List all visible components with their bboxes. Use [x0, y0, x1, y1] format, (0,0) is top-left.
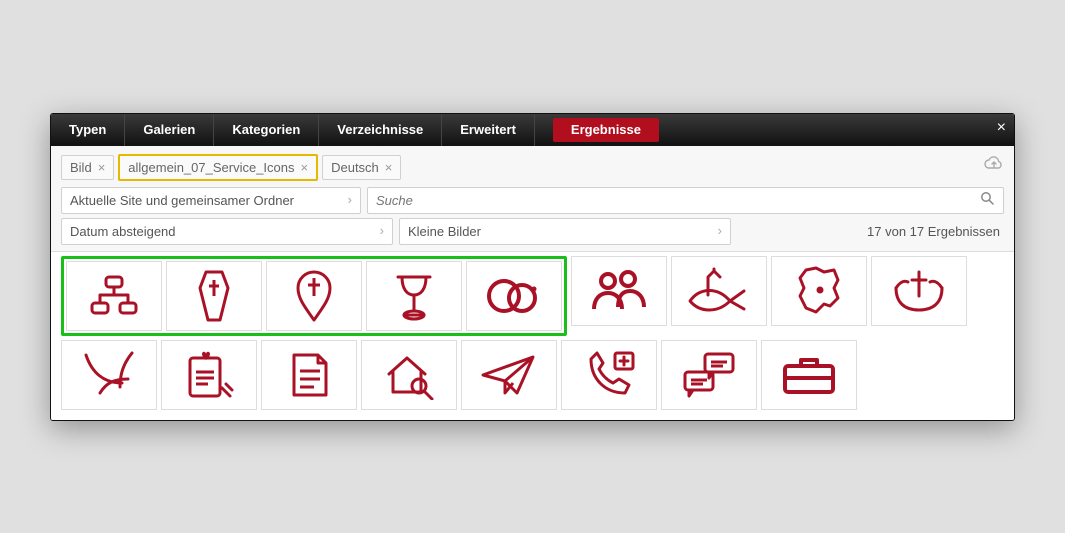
thumb-house-search-icon[interactable]	[361, 340, 457, 410]
grid-row	[61, 340, 1004, 410]
thumb-church-fish-icon[interactable]	[671, 256, 767, 326]
tab-verzeichnisse[interactable]: Verzeichnisse	[319, 114, 442, 146]
tab-typen[interactable]: Typen	[51, 114, 125, 146]
search-field-wrap	[367, 187, 1004, 214]
chip-type-bild[interactable]: Bild ×	[61, 155, 114, 180]
results-count: 17 von 17 Ergebnissen	[867, 224, 1004, 239]
upload-cloud-icon[interactable]	[984, 156, 1004, 175]
tab-kategorien[interactable]: Kategorien	[214, 114, 319, 146]
thumbnail-size-select[interactable]: Kleine Bilder	[399, 218, 731, 245]
thumb-note-icon[interactable]	[261, 340, 357, 410]
filter-chip-row: Bild × allgemein_07_Service_Icons × Deut…	[61, 154, 1004, 181]
thumb-people-icon[interactable]	[571, 256, 667, 326]
sort-order-select[interactable]: Datum absteigend	[61, 218, 393, 245]
thumb-rings-icon[interactable]	[466, 261, 562, 331]
dialog-window: Typen Galerien Kategorien Verzeichnisse …	[50, 113, 1015, 421]
chip-label: allgemein_07_Service_Icons	[128, 160, 294, 175]
tab-erweitert[interactable]: Erweitert	[442, 114, 535, 146]
thumb-contract-heart-icon[interactable]	[161, 340, 257, 410]
chip-gallery[interactable]: allgemein_07_Service_Icons ×	[118, 154, 318, 181]
search-icon[interactable]	[972, 191, 1003, 210]
thumb-org-chart-icon[interactable]	[66, 261, 162, 331]
chip-remove-icon[interactable]: ×	[301, 160, 309, 175]
thumb-coffin-icon[interactable]	[166, 261, 262, 331]
chip-remove-icon[interactable]: ×	[98, 160, 106, 175]
chip-language[interactable]: Deutsch ×	[322, 155, 401, 180]
thumb-chat-bubbles-icon[interactable]	[661, 340, 757, 410]
tab-ergebnisse[interactable]: Ergebnisse	[553, 118, 659, 142]
grid-row	[61, 256, 1004, 336]
thumb-briefcase-icon[interactable]	[761, 340, 857, 410]
thumb-region-map-icon[interactable]	[771, 256, 867, 326]
chip-label: Bild	[70, 160, 92, 175]
thumb-paper-plane-icon[interactable]	[461, 340, 557, 410]
search-input[interactable]	[368, 188, 972, 213]
selection-highlight	[61, 256, 567, 336]
sort-size-row: Datum absteigend Kleine Bilder 17 von 17…	[61, 218, 1004, 245]
tab-galerien[interactable]: Galerien	[125, 114, 214, 146]
thumb-chalice-icon[interactable]	[366, 261, 462, 331]
results-grid	[51, 256, 1014, 420]
site-scope-select[interactable]: Aktuelle Site und gemeinsamer Ordner	[61, 187, 361, 214]
toolbar: Bild × allgemein_07_Service_Icons × Deut…	[51, 146, 1014, 252]
chip-remove-icon[interactable]: ×	[385, 160, 393, 175]
thumb-branch-icon[interactable]	[61, 340, 157, 410]
close-icon[interactable]: ×	[997, 120, 1006, 136]
thumb-pin-cross-icon[interactable]	[266, 261, 362, 331]
chip-label: Deutsch	[331, 160, 379, 175]
tab-bar: Typen Galerien Kategorien Verzeichnisse …	[51, 114, 1014, 146]
site-search-row: Aktuelle Site und gemeinsamer Ordner	[61, 187, 1004, 214]
thumb-phone-plus-icon[interactable]	[561, 340, 657, 410]
thumb-hands-cross-icon[interactable]	[871, 256, 967, 326]
